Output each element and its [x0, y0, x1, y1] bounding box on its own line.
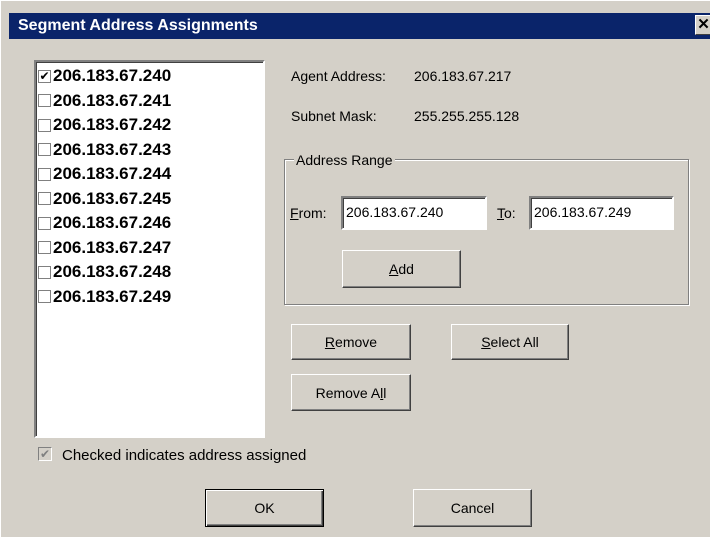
address-ip-text: 206.183.67.242: [53, 115, 172, 134]
title-bar[interactable]: Segment Address Assignments ✕: [9, 13, 710, 39]
address-checkbox[interactable]: [38, 143, 51, 156]
remove-button[interactable]: Remove: [291, 324, 411, 360]
window-title: Segment Address Assignments: [18, 17, 258, 34]
agent-address-value: 206.183.67.217: [414, 68, 512, 84]
address-list-item[interactable]: 206.183.67.246: [38, 211, 171, 235]
address-list-item[interactable]: 206.183.67.247: [38, 236, 171, 260]
address-list-item[interactable]: 206.183.67.245: [38, 187, 171, 211]
address-range-title: Address Range: [294, 152, 395, 168]
address-ip-text: 206.183.67.243: [53, 139, 172, 159]
from-label: From:: [290, 205, 327, 221]
address-list-item[interactable]: 206.183.67.249: [38, 285, 171, 309]
cancel-button[interactable]: Cancel: [413, 489, 532, 527]
address-ip-text: 206.183.67.245: [53, 188, 172, 208]
address-checkbox[interactable]: [38, 241, 51, 254]
to-address-input[interactable]: 206.183.67.249: [529, 196, 674, 230]
address-ip-text: 206.183.67.247: [53, 237, 172, 257]
address-ip-text: 206.183.67.249: [53, 286, 172, 306]
add-button[interactable]: Add: [342, 250, 461, 288]
address-checkbox[interactable]: [38, 94, 51, 107]
segment-address-dialog: Segment Address Assignments ✕ ✔ 206.183.6…: [0, 0, 710, 537]
address-ip-text: 206.183.67.244: [53, 164, 172, 183]
address-ip-text: 206.183.67.241: [53, 90, 172, 110]
legend-text: Checked indicates address assigned: [62, 447, 307, 464]
address-list-item[interactable]: 206.183.67.241: [38, 89, 171, 113]
address-checkbox[interactable]: [38, 290, 51, 303]
address-ip-text: 206.183.67.240: [53, 66, 172, 85]
remove-all-button[interactable]: Remove All: [291, 374, 411, 411]
close-icon[interactable]: ✕: [695, 15, 710, 35]
subnet-mask-label: Subnet Mask:: [291, 108, 377, 124]
address-list-item[interactable]: 206.183.67.248: [38, 260, 171, 284]
legend-checkbox: ✔: [38, 447, 52, 461]
address-listbox[interactable]: ✔ 206.183.67.240 206.183.67.241 206.183.67.…: [34, 60, 265, 438]
to-label: To:: [497, 205, 516, 221]
address-list-item[interactable]: 206.183.67.244: [38, 162, 171, 186]
address-checkbox[interactable]: [38, 216, 51, 230]
from-address-input[interactable]: 206.183.67.240: [341, 196, 487, 230]
address-checkbox[interactable]: [38, 167, 51, 181]
address-ip-text: 206.183.67.246: [53, 213, 172, 232]
address-list-item[interactable]: 206.183.67.242: [38, 113, 171, 137]
address-checkbox[interactable]: ✔: [38, 69, 51, 83]
ok-button[interactable]: OK: [205, 489, 324, 527]
address-checkbox[interactable]: [38, 265, 51, 279]
agent-address-label: Agent Address:: [291, 68, 386, 84]
address-checkbox[interactable]: [38, 118, 51, 132]
address-checkbox[interactable]: [38, 192, 51, 205]
select-all-button[interactable]: Select All: [451, 324, 569, 360]
subnet-mask-value: 255.255.255.128: [414, 108, 520, 124]
address-ip-text: 206.183.67.248: [53, 262, 172, 281]
address-list-item[interactable]: ✔ 206.183.67.240: [38, 64, 171, 88]
address-list-item[interactable]: 206.183.67.243: [38, 138, 171, 162]
